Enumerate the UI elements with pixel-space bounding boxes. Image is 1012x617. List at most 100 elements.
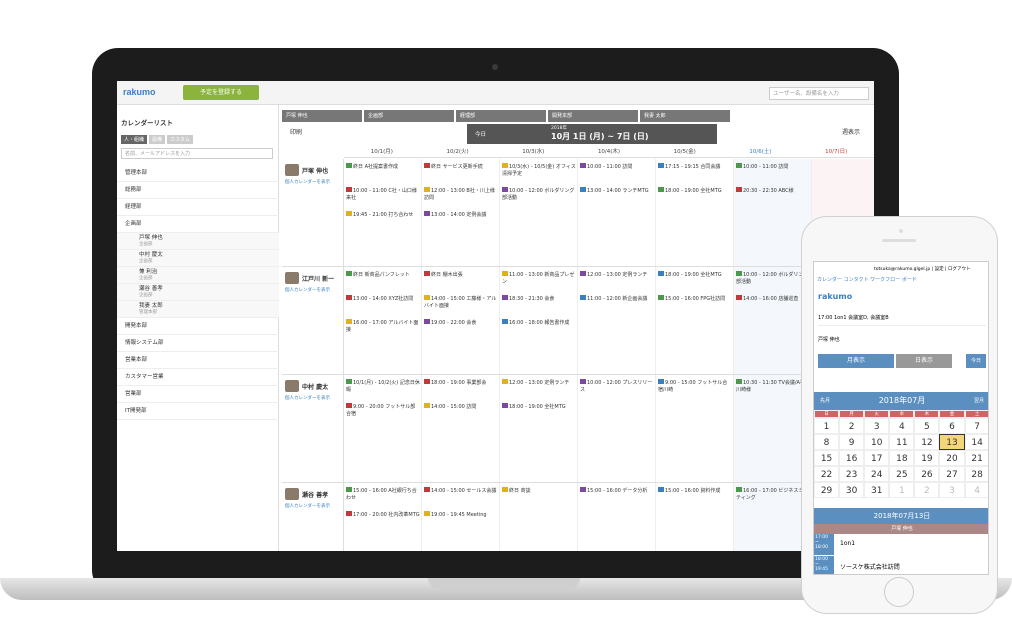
- calendar-day[interactable]: 2: [839, 418, 865, 434]
- tab-custom[interactable]: カスタム: [167, 135, 194, 144]
- calendar-event[interactable]: 10:30 - 11:30 TV会議/A社・川崎様: [736, 379, 810, 399]
- calendar-day[interactable]: 25: [889, 466, 915, 482]
- tree-item[interactable]: 経理部: [117, 199, 279, 216]
- tree-item[interactable]: 総務部: [117, 182, 279, 199]
- calendar-event[interactable]: 13:00 - 14:00 ランチMTG: [580, 187, 654, 207]
- print-button[interactable]: 印刷: [290, 127, 302, 136]
- calendar-event[interactable]: 12:00 - 13:00 B社・川上様訪問: [424, 187, 498, 207]
- calendar-event[interactable]: 11:00 - 12:00 新企画会議: [580, 295, 654, 315]
- calendar-day[interactable]: 3: [939, 482, 965, 498]
- calendar-event[interactable]: 15:00 - 16:00 FPG社訪問: [658, 295, 732, 315]
- calendar-day[interactable]: 23: [839, 466, 865, 482]
- calendar-event[interactable]: 12:00 - 13:00 定例ランチ: [502, 379, 576, 399]
- calendar-event[interactable]: 10:00 - 11:00 C社・山口様来社: [346, 187, 420, 207]
- tree-item[interactable]: 情報システム部: [117, 335, 279, 352]
- calendar-day[interactable]: 8: [814, 434, 840, 450]
- personal-calendar-link[interactable]: 個人カレンダーを表示: [285, 395, 330, 401]
- personal-calendar-link[interactable]: 個人カレンダーを表示: [285, 287, 330, 293]
- calendar-event[interactable]: 10:00 - 12:00 ボルダリング部活動: [736, 271, 810, 291]
- current-user[interactable]: 戸塚 伸也: [818, 336, 840, 343]
- calendar-day[interactable]: 1: [814, 418, 840, 434]
- register-event-button[interactable]: 予定を登録する: [183, 85, 259, 100]
- tree-item[interactable]: カスタマー営業: [117, 369, 279, 386]
- sidebar-search-input[interactable]: 名前、メールアドレスを入力: [121, 148, 273, 159]
- calendar-event[interactable]: 16:00 - 18:00 報告書作成: [502, 319, 576, 339]
- tree-item[interactable]: 営業部: [117, 386, 279, 403]
- calendar-event[interactable]: 15:00 - 16:00 データ分析: [580, 487, 654, 507]
- calendar-event[interactable]: 13:00 - 14:00 XYZ社訪問: [346, 295, 420, 315]
- tree-item[interactable]: 開発本部: [117, 318, 279, 335]
- tree-item[interactable]: IT開発部: [117, 403, 279, 420]
- tree-item[interactable]: 瀬谷 善孝 企画部: [117, 284, 279, 301]
- day-view-tab[interactable]: 日表示: [896, 354, 952, 368]
- calendar-event[interactable]: 16:00 - 17:00 ビジネスミーティング: [736, 487, 810, 507]
- calendar-event[interactable]: 10:00 - 12:00 ボルダリング部活動: [502, 187, 576, 207]
- calendar-day[interactable]: 24: [864, 466, 890, 482]
- calendar-day[interactable]: 21: [964, 450, 988, 466]
- next-month-button[interactable]: 翌月: [974, 392, 984, 410]
- calendar-event[interactable]: 20:30 - 22:30 ABC様: [736, 187, 810, 207]
- calendar-day[interactable]: 7: [964, 418, 988, 434]
- calendar-event[interactable]: 15:00 - 16:00 A社銀行ち合わせ: [346, 487, 420, 507]
- today-button[interactable]: 今日: [475, 130, 486, 138]
- tree-item[interactable]: 戸塚 伸也 企画部: [117, 233, 279, 250]
- calendar-event[interactable]: 18:00 - 19:00 全社MTG: [658, 271, 732, 291]
- calendar-event[interactable]: 14:00 - 15:00 訪問: [424, 403, 498, 423]
- tree-item[interactable]: 中村 慶太 企画部: [117, 250, 279, 267]
- calendar-day[interactable]: 4: [889, 418, 915, 434]
- calendar-day[interactable]: 22: [814, 466, 840, 482]
- calendar-event[interactable]: 終日 サービス更新手続: [424, 163, 498, 183]
- month-view-tab[interactable]: 月表示: [818, 354, 894, 368]
- calendar-event[interactable]: 11:00 - 13:00 新商品プレゼン: [502, 271, 576, 291]
- next-event[interactable]: 17:00 1on1 会議室D, 会議室B: [818, 314, 986, 326]
- tree-item[interactable]: 兼 利治 企画部: [117, 267, 279, 284]
- event-title[interactable]: ソースケ株式会社訪問: [840, 562, 900, 571]
- calendar-event[interactable]: 14:00 - 15:00 工藤様・アルバイト面接: [424, 295, 498, 315]
- calendar-day[interactable]: 18: [889, 450, 915, 466]
- calendar-event[interactable]: 12:00 - 13:00 定例ランチ: [580, 271, 654, 291]
- calendar-day[interactable]: 11: [889, 434, 915, 450]
- prev-month-button[interactable]: 先月: [820, 392, 830, 410]
- tab-people[interactable]: 人・組織: [121, 135, 148, 144]
- calendar-event[interactable]: 10/1(月) - 10/2(火) 記念日休暇: [346, 379, 420, 399]
- calendar-event[interactable]: 18:00 - 19:00 全社MTG: [658, 187, 732, 207]
- calendar-day[interactable]: 1: [889, 482, 915, 498]
- calendar-event[interactable]: 10/3(水) - 10/5(金) オフィス清掃予定: [502, 163, 576, 183]
- calendar-event[interactable]: 19:00 - 22:00 会食: [424, 319, 498, 339]
- dept-selector[interactable]: 企画部: [364, 110, 454, 122]
- dept-selector[interactable]: 開発本部: [548, 110, 638, 122]
- calendar-day[interactable]: 17: [864, 450, 890, 466]
- calendar-event[interactable]: 9:00 - 20:00 フットサル部合宿: [346, 403, 420, 423]
- calendar-event[interactable]: 18:30 - 21:30 会食: [502, 295, 576, 315]
- calendar-event[interactable]: 18:00 - 19:00 全社MTG: [502, 403, 576, 423]
- tab-facility[interactable]: 設備: [149, 135, 166, 144]
- calendar-day[interactable]: 27: [939, 466, 965, 482]
- calendar-day[interactable]: 20: [939, 450, 965, 466]
- calendar-event[interactable]: 16:00 - 17:00 アルバイト面接: [346, 319, 420, 339]
- calendar-event[interactable]: 14:00 - 16:00 店舗巡査: [736, 295, 810, 315]
- personal-calendar-link[interactable]: 個人カレンダーを表示: [285, 179, 330, 185]
- calendar-event[interactable]: 19:45 - 21:00 打ち合わせ: [346, 211, 420, 231]
- calendar-event[interactable]: 10:00 - 11:00 訪問: [580, 163, 654, 183]
- event-title[interactable]: 1on1: [840, 540, 855, 547]
- calendar-day[interactable]: 28: [964, 466, 988, 482]
- calendar-event[interactable]: 13:00 - 14:00 定例会議: [424, 211, 498, 231]
- calendar-day[interactable]: 3: [864, 418, 890, 434]
- calendar-event[interactable]: 14:00 - 15:00 セールス会議: [424, 487, 498, 507]
- calendar-day[interactable]: 19: [914, 450, 940, 466]
- phone-nav[interactable]: カレンダー コンタクト ワークフロー ボード: [817, 276, 917, 283]
- calendar-day[interactable]: 2: [914, 482, 940, 498]
- calendar-event[interactable]: 18:00 - 19:00 事業部会: [424, 379, 498, 399]
- calendar-day[interactable]: 13: [939, 434, 965, 450]
- calendar-event[interactable]: 終日 新商品パンフレット: [346, 271, 420, 291]
- tree-item[interactable]: 管理本部: [117, 165, 279, 182]
- calendar-event[interactable]: 17:15 - 19:15 合同会議: [658, 163, 732, 183]
- calendar-day[interactable]: 15: [814, 450, 840, 466]
- calendar-day[interactable]: 16: [839, 450, 865, 466]
- personal-calendar-link[interactable]: 個人カレンダーを表示: [285, 503, 330, 509]
- calendar-day[interactable]: 31: [864, 482, 890, 498]
- home-button[interactable]: [884, 577, 914, 607]
- calendar-day[interactable]: 30: [839, 482, 865, 498]
- calendar-event[interactable]: 終日 棚木出張: [424, 271, 498, 291]
- calendar-day[interactable]: 4: [964, 482, 988, 498]
